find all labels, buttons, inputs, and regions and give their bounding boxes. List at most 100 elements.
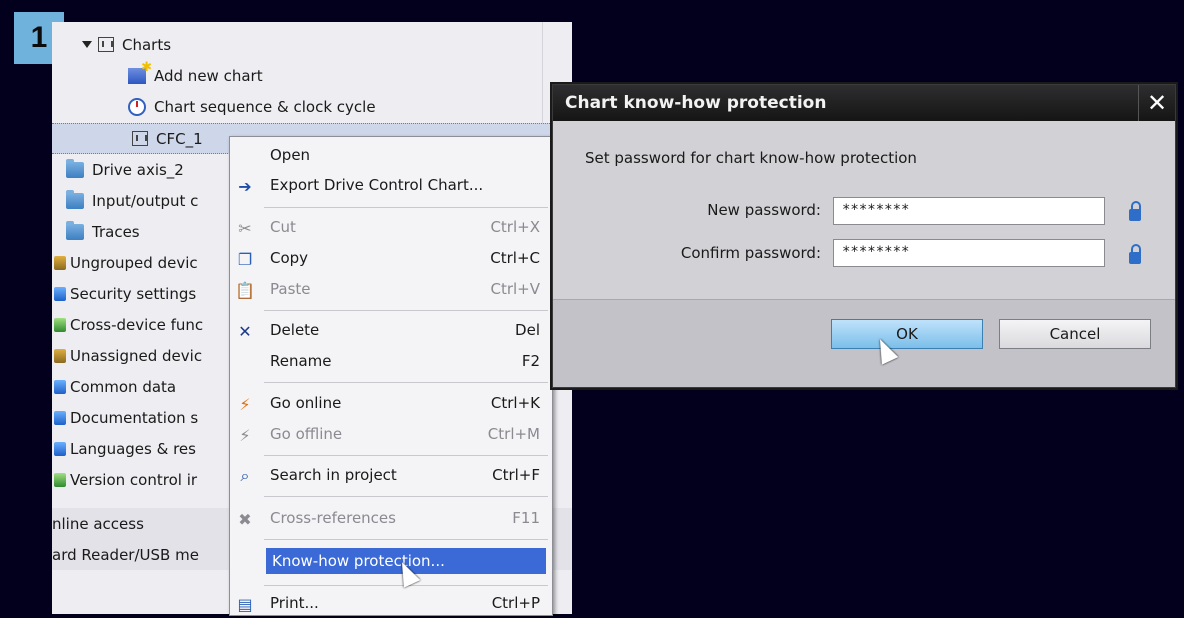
menu-item-label: Delete	[270, 321, 320, 339]
confirm-password-label: Confirm password:	[680, 244, 821, 262]
binoculars-icon: ⌕	[240, 466, 250, 485]
know-how-protection-dialog: Chart know-how protection ✕ Set password…	[552, 84, 1176, 388]
devices-icon	[54, 255, 66, 270]
menu-item-label: Rename	[270, 352, 332, 370]
new-password-label: New password:	[707, 201, 821, 219]
tree-item-label: Input/output c	[92, 191, 199, 210]
cross-references-icon: ✖	[238, 509, 252, 529]
folder-icon	[66, 220, 84, 240]
dialog-footer: OK Cancel	[553, 299, 1175, 387]
menu-item-shortcut: Del	[515, 321, 540, 339]
scissors-icon: ✂	[238, 218, 252, 238]
tree-item-label: ard Reader/USB me	[52, 545, 199, 564]
menu-item-label: Search in project	[270, 466, 397, 484]
menu-item-label: Copy	[270, 249, 309, 267]
menu-item-label: Go offline	[270, 425, 343, 443]
tree-item-chart-sequence[interactable]: Chart sequence & clock cycle	[52, 91, 572, 122]
menu-item-copy[interactable]: ❐ Copy Ctrl+C	[230, 243, 552, 273]
menu-item-shortcut: F11	[512, 509, 540, 527]
close-icon[interactable]: ✕	[1138, 85, 1175, 121]
dialog-title: Chart know-how protection	[565, 93, 827, 113]
cancel-button[interactable]: Cancel	[999, 319, 1151, 349]
menu-item-shortcut: F2	[521, 352, 540, 370]
tree-item-label: nline access	[52, 514, 144, 533]
ok-button[interactable]: OK	[831, 319, 983, 349]
tree-item-label: Security settings	[70, 284, 197, 303]
menu-item-cut[interactable]: ✂ Cut Ctrl+X	[230, 212, 552, 242]
tree-item-add-new-chart[interactable]: Add new chart	[52, 60, 572, 91]
export-icon: ➔	[238, 176, 252, 196]
menu-item-label: Cut	[270, 218, 296, 236]
menu-item-label: Go online	[270, 394, 342, 412]
tree-item-label: Cross-device func	[70, 315, 204, 334]
cross-device-icon	[54, 317, 66, 332]
menu-item-search[interactable]: ⌕ Search in project Ctrl+F	[230, 460, 552, 490]
menu-separator	[264, 455, 548, 456]
tree-item-label: Version control ir	[70, 470, 198, 489]
devices-icon	[54, 348, 66, 363]
menu-separator	[264, 539, 548, 540]
new-password-input[interactable]: ********	[833, 197, 1105, 225]
tree-item-label: Add new chart	[154, 66, 263, 85]
common-data-icon	[54, 379, 66, 394]
tree-item-label: Languages & res	[70, 439, 196, 458]
menu-item-rename[interactable]: Rename F2	[230, 346, 552, 376]
menu-item-shortcut: Ctrl+C	[490, 249, 540, 267]
tree-item-label: Unassigned devic	[70, 346, 203, 365]
dialog-body: Set password for chart know-how protecti…	[553, 121, 1175, 299]
menu-item-label: Open	[270, 146, 311, 164]
folder-icon	[66, 189, 84, 209]
menu-item-shortcut: Ctrl+M	[487, 425, 540, 443]
confirm-password-input[interactable]: ********	[833, 239, 1105, 267]
tree-item-label: Charts	[122, 35, 172, 54]
delete-icon: ✕	[238, 321, 252, 341]
tree-item-label: Traces	[92, 222, 140, 241]
expand-arrow-icon[interactable]	[82, 41, 92, 48]
tree-item-label: Drive axis_2	[92, 160, 184, 179]
folder-icon	[66, 158, 84, 178]
tree-item-charts[interactable]: Charts	[52, 29, 572, 60]
menu-item-label: Export Drive Control Chart...	[270, 176, 484, 194]
menu-item-label: Paste	[270, 280, 311, 298]
menu-item-go-online[interactable]: ⚡ Go online Ctrl+K	[230, 388, 552, 418]
tree-item-label: Ungrouped devic	[70, 253, 198, 272]
tree-item-label: CFC_1	[156, 129, 203, 148]
menu-separator	[264, 207, 548, 208]
lock-icon	[1129, 201, 1141, 221]
tree-item-label: Chart sequence & clock cycle	[154, 97, 376, 116]
languages-icon	[54, 441, 66, 456]
documentation-icon	[54, 410, 66, 425]
add-chart-icon	[128, 60, 152, 84]
menu-item-delete[interactable]: ✕ Delete Del	[230, 315, 552, 345]
dialog-title-bar: Chart know-how protection	[553, 85, 1175, 121]
menu-separator	[264, 382, 548, 383]
menu-item-open[interactable]: Open	[230, 140, 552, 170]
menu-item-shortcut: Ctrl+P	[491, 594, 540, 612]
print-icon: ▤	[237, 594, 253, 614]
chart-folder-icon	[98, 37, 114, 52]
menu-item-export[interactable]: ➔ Export Drive Control Chart...	[230, 170, 552, 200]
paste-icon: 📋	[235, 280, 255, 300]
menu-separator	[264, 496, 548, 497]
context-menu: Open ➔ Export Drive Control Chart... ✂ C…	[229, 136, 553, 616]
menu-item-cross-references[interactable]: ✖ Cross-references F11	[230, 503, 552, 533]
lock-icon	[1129, 244, 1141, 264]
go-online-icon: ⚡	[239, 394, 251, 414]
menu-item-shortcut: Ctrl+K	[490, 394, 540, 412]
menu-item-shortcut: Ctrl+X	[490, 218, 540, 236]
version-control-icon	[54, 472, 66, 487]
clock-icon	[128, 97, 146, 116]
chart-icon	[132, 131, 148, 146]
security-icon	[54, 286, 66, 301]
menu-item-paste[interactable]: 📋 Paste Ctrl+V	[230, 274, 552, 304]
copy-icon: ❐	[237, 249, 253, 269]
go-offline-icon: ⚡	[239, 425, 251, 445]
menu-item-shortcut: Ctrl+V	[490, 280, 540, 298]
menu-item-label: Print...	[270, 594, 319, 612]
menu-item-go-offline[interactable]: ⚡ Go offline Ctrl+M	[230, 419, 552, 449]
tree-item-label: Common data	[70, 377, 177, 396]
menu-separator	[264, 310, 548, 311]
menu-item-know-how-protection[interactable]: Know-how protection...	[230, 546, 552, 576]
menu-item-shortcut: Ctrl+F	[492, 466, 540, 484]
tree-item-label: Documentation s	[70, 408, 199, 427]
